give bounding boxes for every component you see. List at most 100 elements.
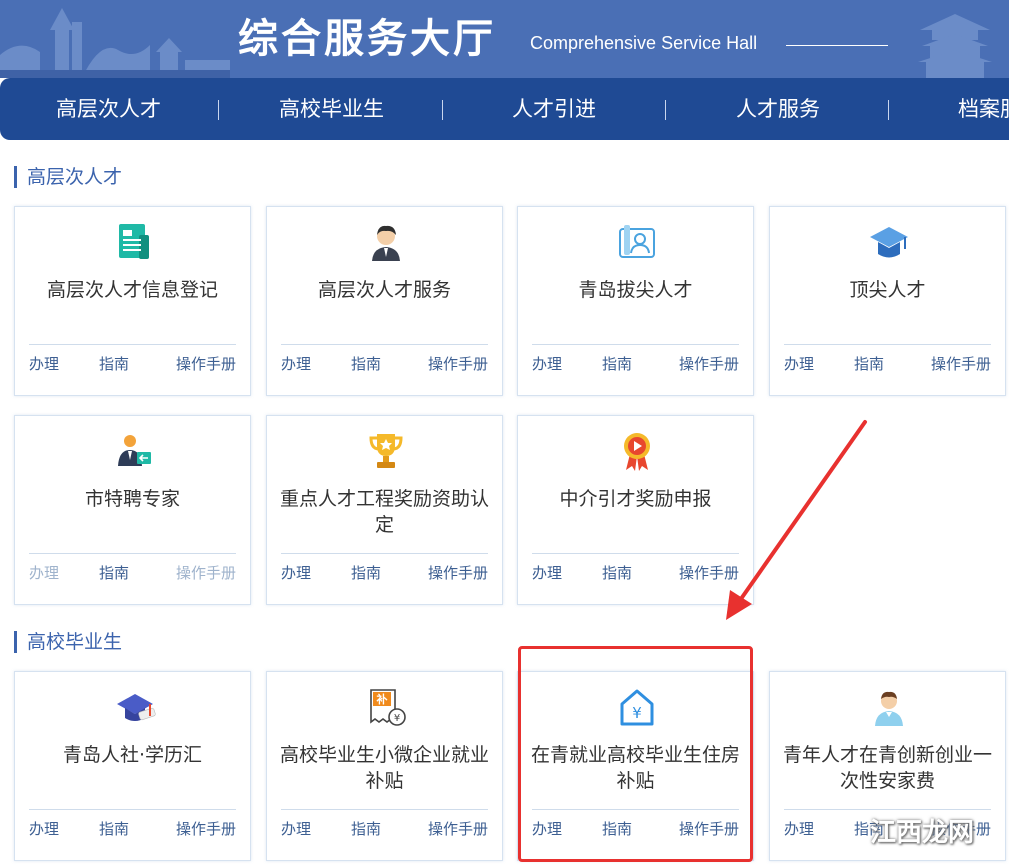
handle-link[interactable]: 办理 [29, 818, 59, 839]
manual-link[interactable]: 操作手册 [428, 818, 488, 839]
card-actions: 办理 指南 操作手册 [532, 818, 739, 842]
card-actions: 办理 指南 操作手册 [29, 562, 236, 586]
header-banner: 综合服务大厅 Comprehensive Service Hall [0, 0, 1009, 78]
card-title: 顶尖人才 [849, 279, 926, 301]
document-icon [119, 224, 149, 259]
handle-link[interactable]: 办理 [281, 562, 311, 583]
guide-link[interactable]: 指南 [602, 818, 632, 839]
profile-map-icon [619, 225, 655, 258]
person-icon [372, 225, 400, 261]
service-card[interactable]: 顶尖人才 办理 指南 操作手册 [769, 206, 1006, 396]
section-title-high-talent: 高层次人才 [14, 166, 122, 188]
card-divider [281, 553, 488, 554]
manual-link[interactable]: 操作手册 [679, 353, 739, 374]
manual-link[interactable]: 操作手册 [679, 818, 739, 839]
card-actions: 办理 指南 操作手册 [281, 353, 488, 377]
handle-link[interactable]: 办理 [29, 562, 59, 583]
card-divider [281, 809, 488, 810]
card-divider [784, 344, 991, 345]
city-skyline-icon [0, 8, 230, 78]
nav-item-talent-introduction[interactable]: 人才引进 [512, 78, 596, 140]
page-subtitle: Comprehensive Service Hall [530, 33, 758, 53]
medal-icon [624, 433, 650, 471]
handle-link[interactable]: 办理 [29, 353, 59, 374]
card-title: 高层次人才信息登记 [46, 279, 218, 301]
guide-link[interactable]: 指南 [351, 562, 381, 583]
card-divider [29, 809, 236, 810]
service-card[interactable]: 市特聘专家 办理 指南 操作手册 [14, 415, 251, 605]
nav-item-graduates[interactable]: 高校毕业生 [279, 78, 384, 140]
card-actions: 办理 指南 操作手册 [532, 353, 739, 377]
guide-link[interactable]: 指南 [854, 353, 884, 374]
service-card[interactable]: 高层次人才信息登记 办理 指南 操作手册 [14, 206, 251, 396]
nav-item-archive-services[interactable]: 档案服务 [958, 78, 1009, 140]
card-divider [29, 344, 236, 345]
card-title: 高层次人才服务 [317, 279, 451, 301]
guide-link[interactable]: 指南 [99, 562, 129, 583]
svg-text:补: 补 [376, 692, 388, 706]
card-title: 高校毕业生小微企业就业补贴 [279, 744, 489, 792]
handle-link[interactable]: 办理 [784, 353, 814, 374]
page-title: 综合服务大厅 [238, 16, 496, 62]
service-card[interactable]: 高层次人才服务 办理 指南 操作手册 [266, 206, 503, 396]
service-card[interactable]: 青岛拔尖人才 办理 指南 操作手册 [517, 206, 754, 396]
manual-link[interactable]: 操作手册 [176, 562, 236, 583]
manual-link[interactable]: 操作手册 [176, 353, 236, 374]
card-title: 在青就业高校毕业生住房补贴 [530, 744, 740, 792]
nav-separator [218, 100, 219, 120]
card-title: 青岛拔尖人才 [578, 279, 693, 301]
nav-separator [665, 100, 666, 120]
card-divider [532, 344, 739, 345]
nav-separator [888, 100, 889, 120]
card-title: 青岛人社·学历汇 [62, 744, 203, 766]
svg-text:¥: ¥ [632, 704, 642, 722]
expert-icon [118, 435, 151, 466]
service-card[interactable]: 青岛人社·学历汇 办理 指南 操作手册 [14, 671, 251, 861]
manual-link[interactable]: 操作手册 [679, 562, 739, 583]
card-actions: 办理 指南 操作手册 [29, 353, 236, 377]
watermark-logo: 江西龙网 [870, 818, 975, 848]
graduation-cap-icon [870, 227, 908, 258]
guide-link[interactable]: 指南 [602, 562, 632, 583]
nav-item-talent-services[interactable]: 人才服务 [736, 78, 820, 140]
handle-link[interactable]: 办理 [281, 353, 311, 374]
guide-link[interactable]: 指南 [351, 818, 381, 839]
svg-text:¥: ¥ [394, 713, 400, 724]
manual-link[interactable]: 操作手册 [428, 353, 488, 374]
service-card[interactable]: 重点人才工程奖励资助认定 办理 指南 操作手册 [266, 415, 503, 605]
handle-link[interactable]: 办理 [784, 818, 814, 839]
house-yuan-icon: ¥ [620, 689, 654, 726]
handle-link[interactable]: 办理 [532, 562, 562, 583]
service-card[interactable]: 中介引才奖励申报 办理 指南 操作手册 [517, 415, 754, 605]
card-divider [532, 809, 739, 810]
card-title: 市特聘专家 [84, 488, 180, 510]
card-actions: 办理 指南 操作手册 [784, 353, 991, 377]
card-divider [784, 809, 991, 810]
guide-link[interactable]: 指南 [99, 353, 129, 374]
nav-item-high-talent[interactable]: 高层次人才 [56, 78, 161, 140]
section-title-graduates: 高校毕业生 [14, 631, 122, 653]
trophy-icon [369, 434, 403, 468]
card-actions: 办理 指南 操作手册 [29, 818, 236, 842]
guide-link[interactable]: 指南 [602, 353, 632, 374]
pagoda-icon [918, 14, 992, 78]
main-nav: 高层次人才 高校毕业生 人才引进 人才服务 档案服务 [0, 78, 1009, 140]
young-person-icon [875, 691, 903, 726]
nav-separator [442, 100, 443, 120]
manual-link[interactable]: 操作手册 [931, 353, 991, 374]
guide-link[interactable]: 指南 [99, 818, 129, 839]
service-card[interactable]: 补 ¥ 高校毕业生小微企业就业补贴 办理 指南 操作手册 [266, 671, 503, 861]
handle-link[interactable]: 办理 [532, 353, 562, 374]
card-title: 中介引才奖励申报 [559, 488, 712, 510]
guide-link[interactable]: 指南 [351, 353, 381, 374]
handle-link[interactable]: 办理 [532, 818, 562, 839]
manual-link[interactable]: 操作手册 [428, 562, 488, 583]
subtitle-underline [786, 45, 888, 46]
diploma-cap-icon [117, 694, 156, 721]
card-actions: 办理 指南 操作手册 [532, 562, 739, 586]
card-actions: 办理 指南 操作手册 [281, 562, 488, 586]
manual-link[interactable]: 操作手册 [176, 818, 236, 839]
card-title: 青年人才在青创新创业一次性安家费 [782, 744, 992, 792]
service-card[interactable]: ¥ 在青就业高校毕业生住房补贴 办理 指南 操作手册 [517, 671, 754, 861]
handle-link[interactable]: 办理 [281, 818, 311, 839]
